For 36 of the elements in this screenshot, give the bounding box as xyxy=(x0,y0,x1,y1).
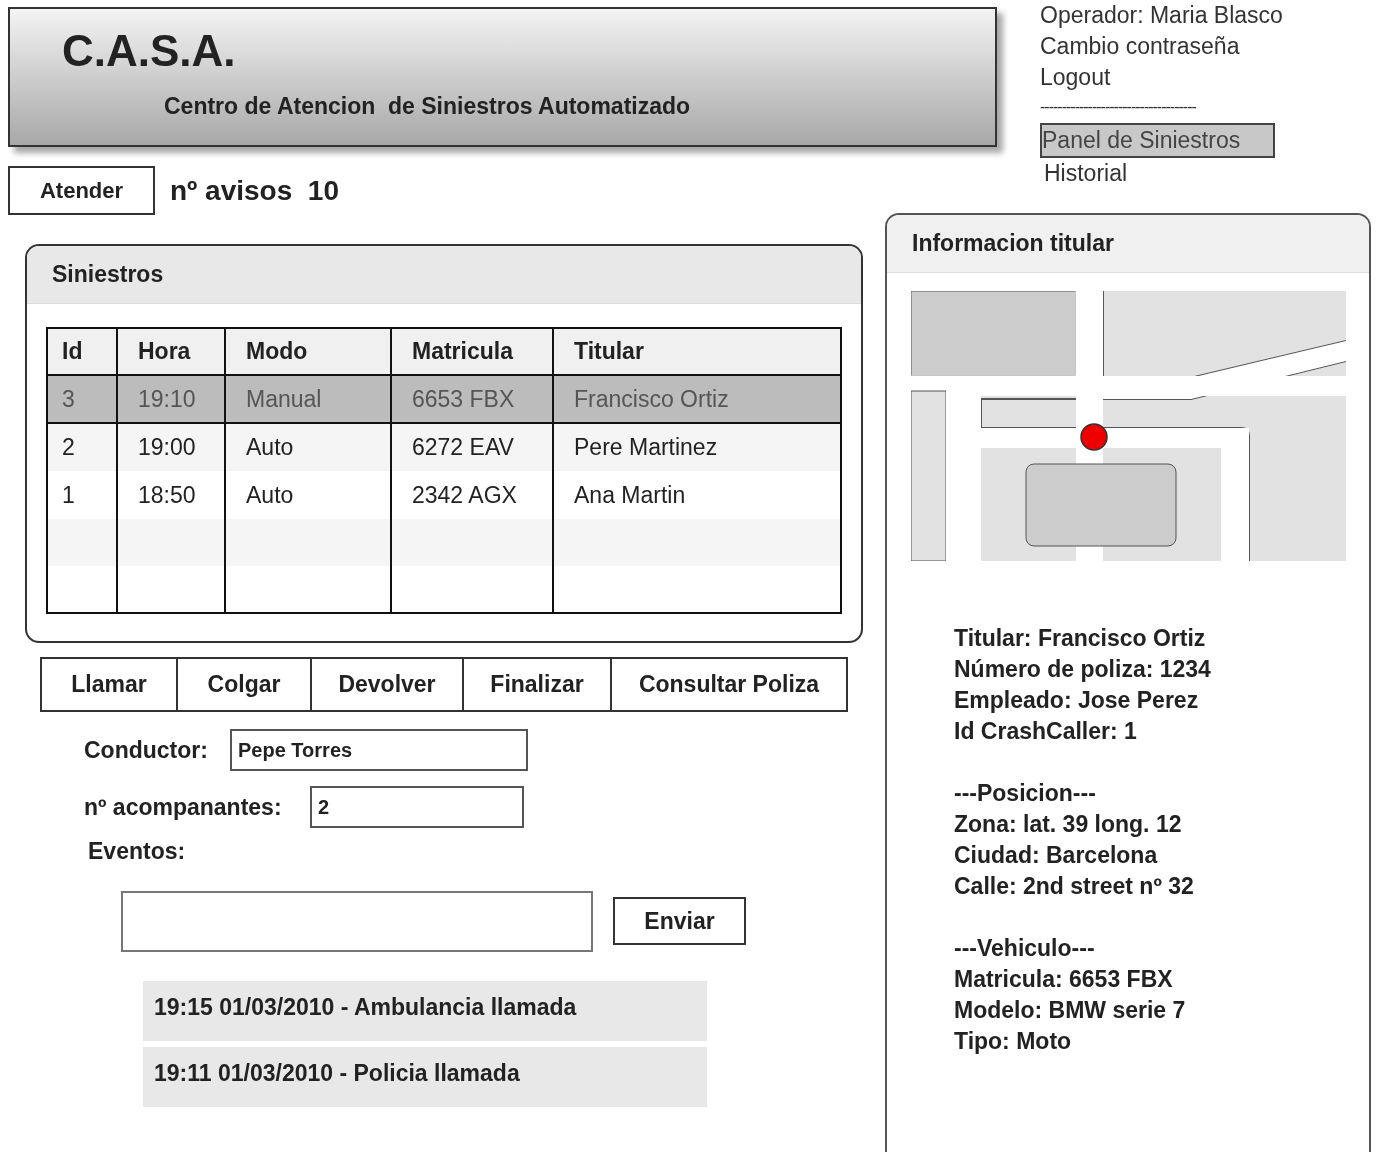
nav-link[interactable]: Panel de Siniestros xyxy=(1040,123,1275,158)
menu-link[interactable]: Cambio contraseña xyxy=(1040,31,1240,62)
menu-link[interactable]: Logout xyxy=(1040,62,1111,93)
info-line: Matricula: 6653 FBX xyxy=(954,965,1173,994)
info-line: Empleado: Jose Perez xyxy=(954,686,1199,715)
app-title: C.A.S.A. xyxy=(62,29,236,73)
operator-name: Operador: Maria Blasco xyxy=(1040,1,1283,30)
panel-title: Siniestros xyxy=(52,260,164,290)
info-line: ---Vehiculo--- xyxy=(954,934,1095,963)
info-line: Zona: lat. 39 long. 12 xyxy=(954,810,1182,839)
info-line: Calle: 2nd street nº 32 xyxy=(954,872,1194,901)
info-line: Modelo: BMW serie 7 xyxy=(954,996,1186,1025)
event-input-box[interactable] xyxy=(121,890,593,952)
send-button[interactable]: Enviar xyxy=(613,897,746,945)
input-field[interactable]: Pepe Torres xyxy=(230,729,528,771)
table-row[interactable]: 1 18:50 Auto 2342 AGX Ana Martin xyxy=(47,471,841,519)
atender-button[interactable]: Atender xyxy=(8,166,155,215)
event-entry: 19:15 01/03/2010 - Ambulancia llamada xyxy=(143,980,707,1041)
app-subtitle: Centro de Atencion de Siniestros Automatizado xyxy=(164,92,691,121)
panel-title: Informacion titular xyxy=(912,229,1114,259)
input-field[interactable]: 2 xyxy=(310,786,524,828)
info-line: Ciudad: Barcelona xyxy=(954,841,1158,870)
menu-separator: ------------------------------------ xyxy=(1040,97,1196,117)
nav-link[interactable]: Historial xyxy=(1040,158,1128,189)
info-line: ---Posicion--- xyxy=(954,779,1096,808)
table-row[interactable]: 2 19:00 Auto 6272 EAV Pere Martinez xyxy=(47,423,841,471)
info-line: Titular: Francisco Ortiz xyxy=(954,624,1206,653)
info-line: Id CrashCaller: 1 xyxy=(954,717,1137,746)
notice-count: nº avisos 10 xyxy=(170,173,339,208)
info-line: Tipo: Moto xyxy=(954,1027,1072,1056)
field-label: nº acompanantes: xyxy=(84,792,283,822)
info-line: Número de poliza: 1234 xyxy=(954,655,1211,684)
field-label: Eventos: xyxy=(88,837,186,866)
event-entry: 19:11 01/03/2010 - Policia llamada xyxy=(143,1046,707,1107)
field-label: Conductor: xyxy=(84,735,209,765)
table-row[interactable]: 3 19:10 Manual 6653 FBX Francisco Ortiz xyxy=(47,375,841,423)
